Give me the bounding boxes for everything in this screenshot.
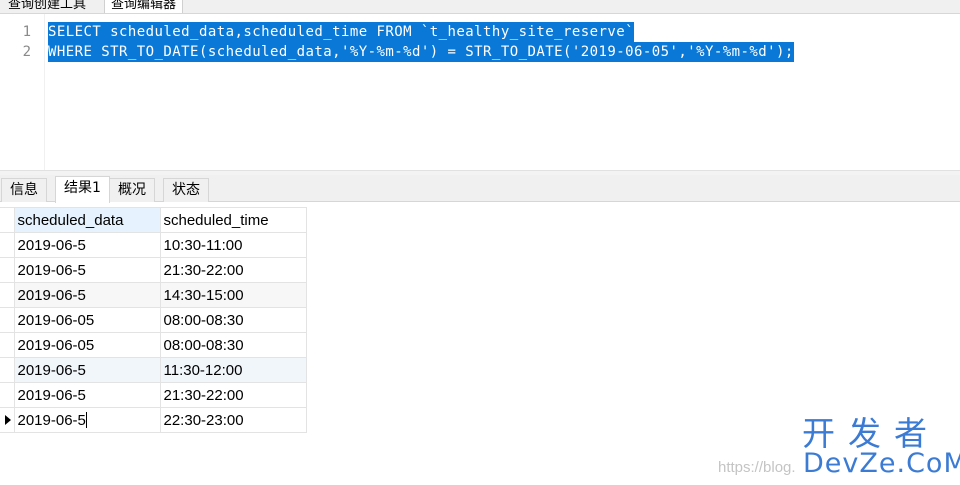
cell-scheduled-time[interactable]: 08:00-08:30 bbox=[159, 332, 307, 358]
column-header-scheduled-time[interactable]: scheduled_time bbox=[159, 207, 307, 233]
cell-scheduled-time[interactable]: 11:30-12:00 bbox=[159, 357, 307, 383]
table-row-current[interactable]: 2019-06-5 22:30-23:00 bbox=[0, 407, 307, 433]
code-line-where[interactable]: WHERE STR_TO_DATE(scheduled_data,'%Y-%m-… bbox=[48, 42, 794, 62]
row-header[interactable] bbox=[0, 307, 15, 333]
cell-scheduled-data[interactable]: 2019-06-5 bbox=[13, 382, 161, 408]
result-grid[interactable]: scheduled_data scheduled_time 2019-06-5 … bbox=[0, 207, 307, 433]
cell-scheduled-time[interactable]: 14:30-15:00 bbox=[159, 282, 307, 308]
row-header[interactable] bbox=[0, 282, 15, 308]
cell-scheduled-data[interactable]: 2019-06-05 bbox=[13, 307, 161, 333]
row-header[interactable] bbox=[0, 257, 15, 283]
table-row[interactable]: 2019-06-5 10:30-11:00 bbox=[0, 232, 307, 258]
cell-value: 2019-06-5 bbox=[17, 411, 86, 429]
cell-scheduled-data[interactable]: 2019-06-5 bbox=[13, 232, 161, 258]
table-row[interactable]: 2019-06-5 21:30-22:00 bbox=[0, 257, 307, 283]
cell-scheduled-data[interactable]: 2019-06-5 bbox=[13, 282, 161, 308]
cell-scheduled-time[interactable]: 10:30-11:00 bbox=[159, 232, 307, 258]
table-row[interactable]: 2019-06-5 11:30-12:00 bbox=[0, 357, 307, 383]
cell-scheduled-time[interactable]: 08:00-08:30 bbox=[159, 307, 307, 333]
watermark-logo-cn: 开发者 bbox=[802, 414, 940, 453]
line-number: 2 bbox=[22, 44, 31, 60]
row-pointer-icon bbox=[5, 415, 11, 425]
cell-scheduled-data-editing[interactable]: 2019-06-5 bbox=[13, 407, 161, 433]
tab-query-editor[interactable]: 查询编辑器 bbox=[104, 0, 184, 13]
tab-info[interactable]: 信息 bbox=[1, 178, 47, 202]
column-header-scheduled-data[interactable]: scheduled_data bbox=[13, 207, 161, 233]
cell-scheduled-data[interactable]: 2019-06-5 bbox=[13, 257, 161, 283]
cell-scheduled-time[interactable]: 22:30-23:00 bbox=[159, 407, 307, 433]
tab-result-1[interactable]: 结果1 bbox=[55, 176, 110, 203]
cell-scheduled-data[interactable]: 2019-06-05 bbox=[13, 332, 161, 358]
row-header[interactable] bbox=[0, 232, 15, 258]
tab-status[interactable]: 状态 bbox=[163, 178, 209, 202]
table-row[interactable]: 2019-06-05 08:00-08:30 bbox=[0, 332, 307, 358]
line-number-gutter: 1 2 bbox=[0, 14, 45, 170]
sql-editor[interactable]: 1 2 SELECT scheduled_data,scheduled_time… bbox=[0, 14, 960, 170]
watermark-url: https://blog. bbox=[718, 459, 796, 476]
row-header[interactable] bbox=[0, 382, 15, 408]
cell-scheduled-data[interactable]: 2019-06-5 bbox=[13, 357, 161, 383]
watermark-logo-en: DevZe.CoM bbox=[803, 448, 960, 479]
row-header[interactable] bbox=[0, 332, 15, 358]
table-row[interactable]: 2019-06-5 14:30-15:00 bbox=[0, 282, 307, 308]
result-tab-strip: 信息 结果1 概况 状态 bbox=[0, 175, 960, 203]
cell-scheduled-time[interactable]: 21:30-22:00 bbox=[159, 257, 307, 283]
document-tab-strip: 查询创建工具 查询编辑器 bbox=[0, 0, 960, 14]
table-row[interactable]: 2019-06-5 21:30-22:00 bbox=[0, 382, 307, 408]
code-line-select[interactable]: SELECT scheduled_data,scheduled_time FRO… bbox=[48, 22, 634, 42]
tab-profile[interactable]: 概况 bbox=[109, 178, 155, 202]
row-header[interactable] bbox=[0, 357, 15, 383]
line-number: 1 bbox=[22, 24, 31, 40]
cell-scheduled-time[interactable]: 21:30-22:00 bbox=[159, 382, 307, 408]
row-header[interactable] bbox=[0, 407, 15, 433]
text-caret bbox=[85, 411, 87, 428]
row-header-corner bbox=[0, 207, 15, 233]
tab-query-builder[interactable]: 查询创建工具 bbox=[8, 0, 86, 13]
table-row[interactable]: 2019-06-05 08:00-08:30 bbox=[0, 307, 307, 333]
